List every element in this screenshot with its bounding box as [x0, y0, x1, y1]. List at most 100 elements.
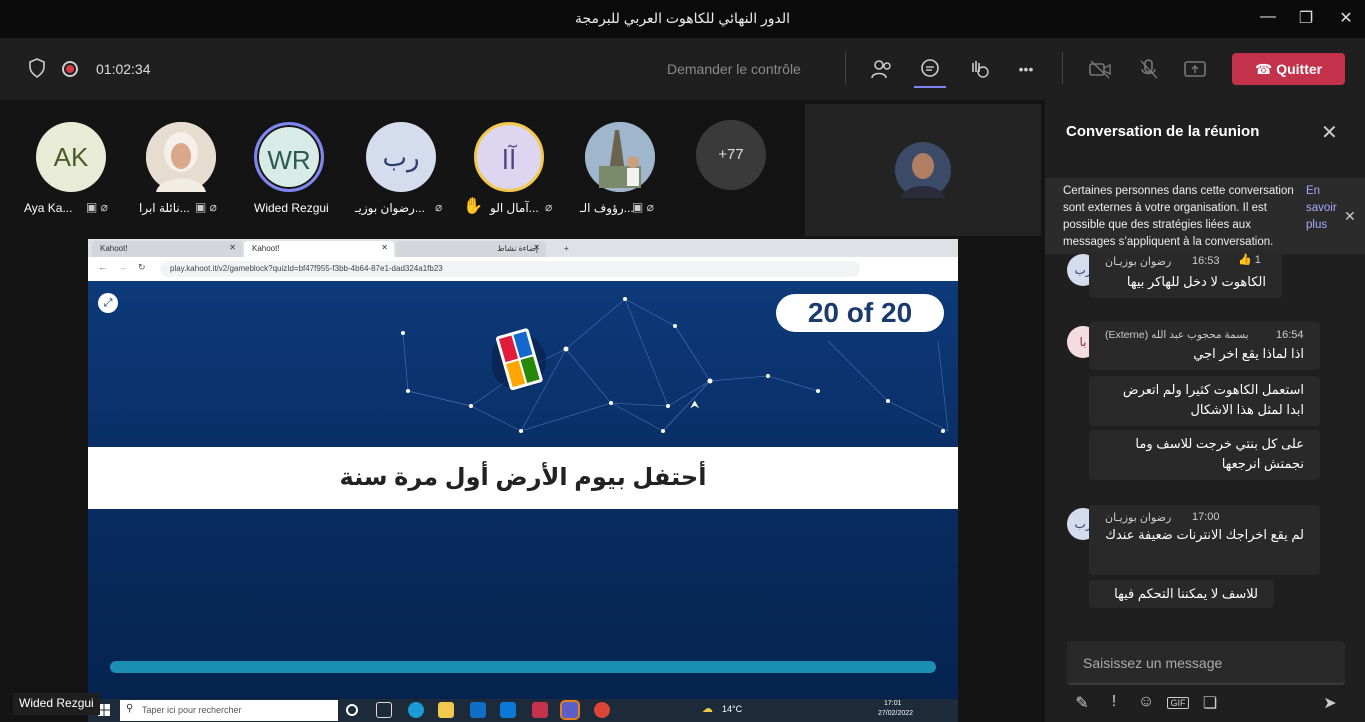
fullscreen-icon[interactable]: ⤢: [98, 293, 118, 313]
message-author: رضوان بوزيـان: [1105, 256, 1172, 268]
message-author: رضوان بوزيـان: [1105, 512, 1172, 524]
raised-hand-icon: ✋: [463, 198, 483, 215]
sticker-icon[interactable]: ❏: [1199, 693, 1221, 713]
browser-tab-active[interactable]: Kahoot! ✕: [244, 241, 394, 257]
taskbar-time: 17:01: [884, 700, 902, 707]
gif-icon[interactable]: GIF: [1167, 697, 1189, 709]
search-icon: ⚲: [126, 703, 134, 714]
teams-icon[interactable]: [560, 700, 580, 720]
windows-taskbar: Taper ici pour rechercher ⚲ ☁ 14°C 17:01…: [88, 699, 958, 722]
participant-name: آمال الو...: [490, 201, 539, 215]
maximize-button[interactable]: ❐: [1294, 8, 1318, 28]
chat-active-indicator: [914, 86, 946, 88]
send-icon[interactable]: ➤: [1319, 693, 1341, 713]
message-time: 17:00: [1192, 511, 1220, 523]
window-title: الدور النهائي للكاهوت العربي للبرمجة: [574, 10, 791, 26]
message-compose-input[interactable]: Saisissez un message: [1067, 641, 1345, 685]
close-window-button[interactable]: ✕: [1334, 8, 1358, 28]
dismiss-notice-icon[interactable]: ✕: [1344, 208, 1356, 225]
title-bar: الدور النهائي للكاهوت العربي للبرمجة — ❐…: [0, 0, 1365, 38]
participant-avatar-photo[interactable]: [146, 122, 216, 192]
message-time: 16:54: [1276, 329, 1304, 341]
taskbar-search-input[interactable]: Taper ici pour rechercher: [120, 700, 338, 721]
forward-icon[interactable]: →: [118, 262, 127, 272]
store-icon[interactable]: [470, 702, 486, 718]
edge-icon[interactable]: [408, 702, 424, 718]
participant-avatar[interactable]: AK: [36, 122, 106, 192]
notice-text: Certaines personnes dans cette conversat…: [1063, 185, 1294, 248]
learn-more-link[interactable]: En savoir plus: [1306, 183, 1346, 234]
recording-icon: [62, 61, 78, 77]
browser-tab[interactable]: Kahoot! ✕: [92, 241, 242, 257]
chat-message-bubble[interactable]: على كل بنتي خرجت للاسف وما نجمتش انرجعها: [1089, 430, 1320, 480]
office-icon[interactable]: [532, 702, 548, 718]
participant-name: نائلة ابرا...: [139, 201, 190, 215]
participant-avatar[interactable]: WR: [254, 122, 324, 192]
new-tab-icon[interactable]: +: [556, 241, 577, 257]
priority-icon[interactable]: !: [1103, 693, 1125, 711]
windows-start-icon[interactable]: [98, 703, 110, 716]
participant-name: رضوان بوزيـ...: [355, 201, 425, 215]
participant-avatar[interactable]: آا: [474, 122, 544, 192]
message-author: بسمة محجوب عبد الله (Externe): [1105, 329, 1249, 341]
presenter-video-tile[interactable]: [805, 104, 1041, 236]
emoji-icon[interactable]: ☺: [1135, 693, 1157, 711]
quiz-logo-icon: [492, 328, 546, 391]
phone-icon: ☎: [1254, 61, 1273, 77]
mic-off-icon: ▣ ⌀: [86, 200, 108, 214]
temperature: 14°C: [722, 704, 743, 714]
mail-icon[interactable]: [500, 702, 516, 718]
browser-address-bar: ← → ↻ play.kahoot.it/v2/gameblock?quizId…: [88, 257, 958, 281]
camera-off-icon[interactable]: [1087, 58, 1113, 80]
request-control-button[interactable]: Demander le contrôle: [667, 61, 801, 77]
chat-message-text: لم يقع اخراجك الانترنات ضعيفة عندك: [1105, 527, 1304, 542]
close-tab-icon[interactable]: ✕: [533, 243, 540, 252]
active-speaker-name-tag: Wided Rezgui: [13, 693, 100, 715]
message-reaction[interactable]: 👍 1: [1238, 253, 1261, 266]
chat-panel-title: Conversation de la réunion: [1066, 123, 1260, 140]
people-icon[interactable]: [869, 58, 895, 80]
leave-button[interactable]: ☎ Quitter: [1232, 53, 1345, 85]
participant-avatar[interactable]: رب: [366, 122, 436, 192]
participant-name: Aya Ka...: [24, 201, 73, 215]
chat-icon[interactable]: [914, 58, 946, 88]
taskbar-date: 27/02/2022: [878, 710, 914, 717]
mic-off-icon: ⌀: [545, 200, 553, 214]
chrome-icon[interactable]: [594, 702, 610, 718]
close-tab-icon[interactable]: ✕: [381, 243, 388, 252]
participant-avatar-photo[interactable]: [585, 122, 655, 192]
reactions-icon[interactable]: [966, 58, 992, 80]
file-explorer-icon[interactable]: [438, 702, 454, 718]
timer-progress-bar: [110, 661, 936, 673]
mic-off-icon: ▣ ⌀: [195, 200, 217, 214]
question-counter: 20 of 20: [776, 294, 944, 332]
url-field[interactable]: play.kahoot.it/v2/gameblock?quizId=bf47f…: [160, 261, 860, 277]
reload-icon[interactable]: ↻: [138, 262, 146, 273]
browser-tab[interactable]: إضاءة نشاط ✕: [396, 241, 546, 257]
kahoot-game-screen: ⤢ 20 of 20 أحتفل بيوم الأرض أول مرة سنة …: [88, 281, 958, 699]
task-view-icon[interactable]: [376, 702, 392, 718]
format-icon[interactable]: ✎: [1071, 693, 1093, 713]
minimize-button[interactable]: —: [1256, 8, 1280, 26]
chat-message-bubble[interactable]: استعمل الكاهوت كثيرا ولم اتعرض ابدا لمثل…: [1089, 376, 1320, 426]
tab-label: Kahoot!: [100, 244, 128, 253]
question-text: أحتفل بيوم الأرض أول مرة سنة: [88, 447, 958, 509]
mic-off-icon: ⌀: [435, 200, 443, 214]
close-panel-icon[interactable]: ✕: [1321, 120, 1339, 145]
close-tab-icon[interactable]: ✕: [229, 243, 236, 252]
participant-name: Wided Rezgui: [254, 201, 329, 215]
browser-tab-strip: Kahoot! ✕ Kahoot! ✕ إضاءة نشاط ✕ +: [88, 239, 958, 257]
external-notice-banner: Certaines personnes dans cette conversat…: [1045, 178, 1365, 254]
chat-message-text: على كل بنتي خرجت للاسف وما نجمتش انرجعها: [1135, 436, 1304, 471]
meeting-timer: 01:02:34: [96, 61, 151, 77]
back-icon[interactable]: ←: [98, 262, 107, 272]
mic-off-icon[interactable]: [1136, 58, 1162, 80]
cortana-icon[interactable]: [346, 704, 358, 716]
more-options-icon[interactable]: •••: [1013, 61, 1039, 83]
chat-message-text: الكاهوت لا دخل للهاكر بيها: [1126, 274, 1266, 289]
chat-message-bubble[interactable]: للاسف لا يمكننا التحكم فيها: [1089, 580, 1274, 608]
share-screen-icon[interactable]: [1182, 58, 1208, 80]
more-participants-count[interactable]: +77: [696, 120, 766, 190]
tab-label: Kahoot!: [252, 244, 280, 253]
chat-message-text: اذا لماذا يقع اخر اجي: [1193, 346, 1304, 361]
